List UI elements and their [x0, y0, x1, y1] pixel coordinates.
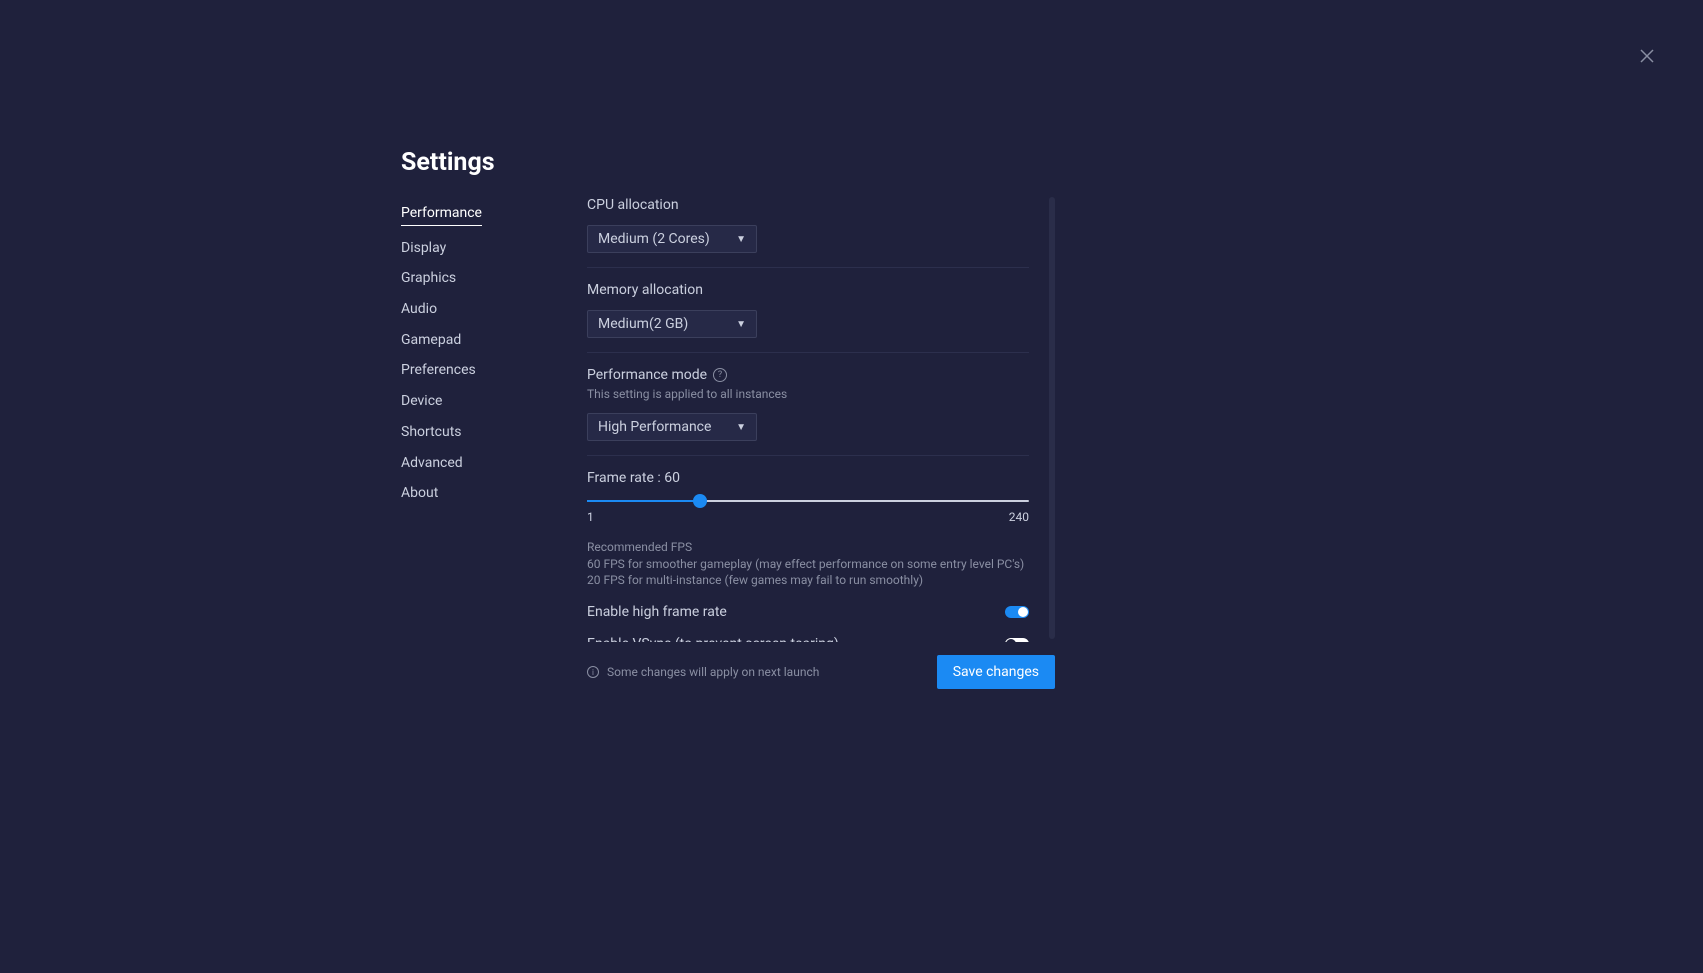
footer: i Some changes will apply on next launch…	[587, 655, 1055, 689]
recommended-fps-title: Recommended FPS	[587, 540, 1029, 554]
close-icon[interactable]	[1639, 48, 1655, 64]
memory-label: Memory allocation	[587, 282, 1029, 298]
sidebar-item-display[interactable]: Display	[401, 239, 541, 257]
frame-rate-section: Frame rate : 60 1 240 Recommended FPS 60…	[587, 470, 1029, 642]
help-icon[interactable]: ?	[713, 368, 727, 382]
memory-dropdown[interactable]: Medium(2 GB) ▼	[587, 310, 757, 338]
perfmode-label: Performance mode	[587, 367, 707, 383]
framerate-label: Frame rate : 60	[587, 470, 680, 486]
scrollbar[interactable]	[1049, 197, 1055, 639]
high-frame-rate-label: Enable high frame rate	[587, 604, 727, 620]
perfmode-dropdown-value: High Performance	[598, 419, 711, 435]
vsync-label: Enable VSync (to prevent screen tearing)	[587, 636, 839, 642]
footer-note-text: Some changes will apply on next launch	[607, 665, 819, 679]
toggle-row-vsync: Enable VSync (to prevent screen tearing)	[587, 636, 1029, 642]
sidebar-item-device[interactable]: Device	[401, 392, 541, 410]
high-frame-rate-toggle[interactable]	[1005, 606, 1029, 618]
memory-dropdown-value: Medium(2 GB)	[598, 316, 688, 332]
sidebar-item-gamepad[interactable]: Gamepad	[401, 331, 541, 349]
sidebar-item-performance[interactable]: Performance	[401, 204, 482, 226]
sidebar-item-audio[interactable]: Audio	[401, 300, 541, 318]
recommended-fps-text: 60 FPS for smoother gameplay (may effect…	[587, 556, 1029, 588]
cpu-allocation-section: CPU allocation Medium (2 Cores) ▼	[587, 197, 1029, 268]
page-title: Settings	[401, 148, 495, 177]
settings-sidebar: Performance Display Graphics Audio Gamep…	[401, 202, 541, 515]
chevron-down-icon: ▼	[736, 234, 746, 245]
cpu-dropdown[interactable]: Medium (2 Cores) ▼	[587, 225, 757, 253]
info-icon: i	[587, 666, 599, 678]
framerate-slider[interactable]	[587, 500, 1029, 502]
framerate-min: 1	[587, 510, 594, 524]
toggle-row-high-frame-rate: Enable high frame rate	[587, 604, 1029, 620]
sidebar-item-shortcuts[interactable]: Shortcuts	[401, 423, 541, 441]
perfmode-note: This setting is applied to all instances	[587, 387, 1029, 401]
slider-fill	[587, 500, 700, 502]
sidebar-item-advanced[interactable]: Advanced	[401, 454, 541, 472]
main-panel: CPU allocation Medium (2 Cores) ▼ Memory…	[587, 197, 1055, 642]
sidebar-item-preferences[interactable]: Preferences	[401, 361, 541, 379]
cpu-label: CPU allocation	[587, 197, 1029, 213]
perfmode-dropdown[interactable]: High Performance ▼	[587, 413, 757, 441]
performance-mode-section: Performance mode ? This setting is appli…	[587, 367, 1029, 456]
save-button[interactable]: Save changes	[937, 655, 1055, 689]
chevron-down-icon: ▼	[736, 422, 746, 433]
memory-allocation-section: Memory allocation Medium(2 GB) ▼	[587, 282, 1029, 353]
cpu-dropdown-value: Medium (2 Cores)	[598, 231, 710, 247]
slider-thumb[interactable]	[693, 494, 707, 508]
sidebar-item-about[interactable]: About	[401, 484, 541, 502]
sidebar-item-graphics[interactable]: Graphics	[401, 269, 541, 287]
vsync-toggle[interactable]	[1005, 638, 1029, 642]
chevron-down-icon: ▼	[736, 319, 746, 330]
framerate-max: 240	[1009, 510, 1029, 524]
